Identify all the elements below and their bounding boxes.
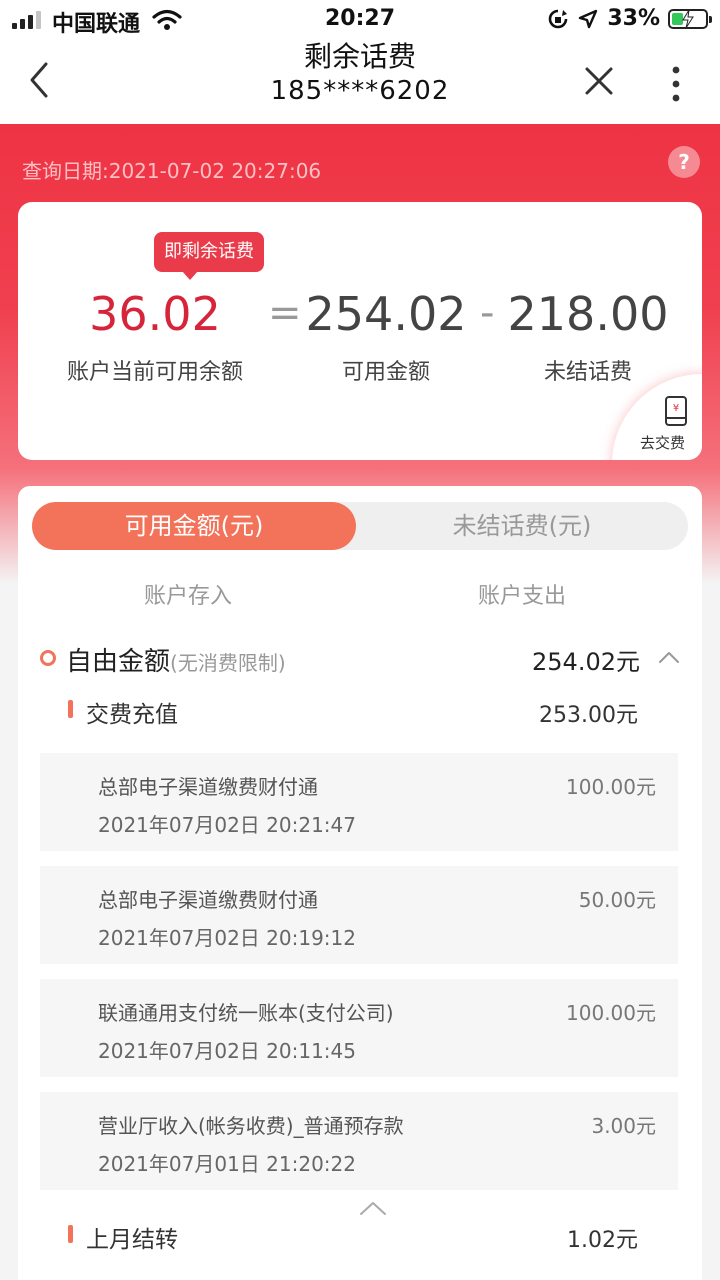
unsettled-label: 未结话费 <box>543 360 632 385</box>
close-icon[interactable] <box>584 66 614 96</box>
item-time: 2021年07月02日 20:21:47 <box>98 813 356 837</box>
section-bar-icon <box>68 700 73 718</box>
tab-unsettled[interactable]: 未结话费(元) <box>356 502 688 550</box>
recharge-title: 交费充值 <box>86 702 178 728</box>
status-bar: 中国联通 20:27 33% <box>0 0 720 40</box>
circle-bullet-icon <box>40 650 56 666</box>
section-bar-icon <box>68 1225 73 1243</box>
details-panel: 可用金额(元) 未结话费(元) 账户存入 账户支出 自由金额(无消费限制) 25… <box>18 486 702 1280</box>
free-balance-label: 自由金额 <box>66 647 171 677</box>
more-icon[interactable] <box>666 64 686 104</box>
list-item: 总部电子渠道缴费财付通 2021年07月02日 20:21:47 100.00元 <box>40 753 678 851</box>
list-item: 联通通用支付统一账本(支付公司) 2021年07月02日 20:11:45 10… <box>40 979 678 1077</box>
item-time: 2021年07月02日 20:19:12 <box>98 926 356 950</box>
item-amount: 100.00元 <box>566 1001 656 1025</box>
unsettled-amount: 218.00 <box>507 287 669 341</box>
pay-button-label: 去交费 <box>640 434 686 452</box>
svg-text:¥: ¥ <box>673 403 679 414</box>
item-name: 营业厅收入(帐务收费)_普通预存款 <box>98 1114 404 1138</box>
available-label: 可用金额 <box>341 360 430 385</box>
income-column-header[interactable]: 账户存入 <box>88 578 288 610</box>
minus-sign: - <box>480 290 495 336</box>
help-icon[interactable]: ? <box>668 146 700 178</box>
item-time: 2021年07月02日 20:11:45 <box>98 1039 356 1063</box>
item-amount: 50.00元 <box>578 888 656 912</box>
battery-charging-icon <box>668 8 712 29</box>
list-item: 营业厅收入(帐务收费)_普通预存款 2021年07月01日 21:20:22 3… <box>40 1092 678 1190</box>
equals-sign: = <box>268 290 302 336</box>
query-date: 查询日期:2021-07-02 20:27:06 <box>22 159 322 183</box>
list-item: 总部电子渠道缴费财付通 2021年07月02日 20:19:12 50.00元 <box>40 866 678 964</box>
recharge-amount: 253.00元 <box>539 703 638 728</box>
tab-available[interactable]: 可用金额(元) <box>32 502 356 550</box>
available-amount: 254.02 <box>305 287 467 341</box>
remaining-balance: 36.02 <box>89 287 221 341</box>
carryover-amount: 1.02元 <box>567 1228 638 1253</box>
remaining-label: 账户当前可用余额 <box>66 360 243 385</box>
item-amount: 3.00元 <box>591 1114 656 1138</box>
battery-percent: 33% <box>607 6 660 31</box>
screen-lock-icon <box>549 9 568 28</box>
item-time: 2021年07月01日 21:20:22 <box>98 1152 356 1176</box>
chevron-up-icon[interactable] <box>658 650 680 664</box>
balance-summary-card: 即剩余话费 36.02 = 254.02 - 218.00 账户当前可用余额 可… <box>18 202 702 460</box>
free-balance-title[interactable]: 自由金额(无消费限制) <box>66 641 286 678</box>
expense-column-header[interactable]: 账户支出 <box>422 578 622 610</box>
item-name: 联通通用支付统一账本(支付公司) <box>98 1001 394 1025</box>
phone-payment-icon: ¥ <box>665 396 687 426</box>
collapse-chevron-icon[interactable] <box>358 1200 388 1216</box>
item-name: 总部电子渠道缴费财付通 <box>98 775 318 799</box>
remaining-tag: 即剩余话费 <box>154 232 264 280</box>
item-amount: 100.00元 <box>566 775 656 799</box>
tab-bar: 可用金额(元) 未结话费(元) <box>32 502 688 550</box>
item-name: 总部电子渠道缴费财付通 <box>98 888 318 912</box>
location-icon <box>579 9 598 28</box>
pay-button[interactable]: ¥ 去交费 <box>612 374 702 460</box>
free-balance-subtitle: (无消费限制) <box>170 651 286 675</box>
nav-bar: 剩余话费 185****6202 <box>0 40 720 124</box>
free-balance-amount: 254.02元 <box>532 648 640 676</box>
carryover-title: 上月结转 <box>86 1227 178 1253</box>
